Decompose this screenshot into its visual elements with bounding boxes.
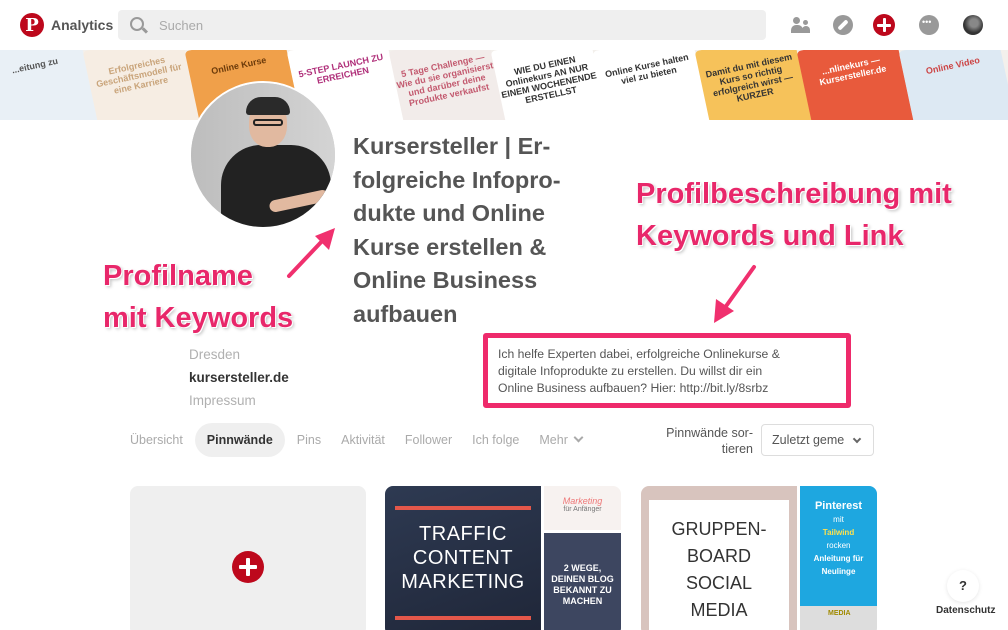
profile-name-line: Kurse erstellen & bbox=[353, 233, 547, 260]
annotation-arrow-icon bbox=[287, 228, 335, 278]
annotation-line: mit Keywords bbox=[103, 302, 294, 334]
tab-more-label: Mehr bbox=[539, 433, 568, 447]
profile-avatar bbox=[189, 81, 337, 229]
profile-description: Ich helfe Experten dabei, erfolgreiche O… bbox=[483, 333, 851, 408]
sort-label-line: Pinnwände sor- bbox=[666, 426, 753, 440]
description-line: Ich helfe Experten dabei, erfolgreiche O… bbox=[498, 347, 780, 361]
board-cover-text: TRAFFIC bbox=[419, 523, 507, 545]
annotation-line: Profilbeschreibung mit bbox=[636, 178, 952, 210]
board-cover-text: MARKETING bbox=[401, 571, 525, 593]
description-line: Online Business aufbauen? Hier: http://b… bbox=[498, 381, 769, 395]
sort-label-line: tieren bbox=[721, 442, 753, 456]
thumbnail-text: DEINEN BLOG bbox=[551, 574, 614, 584]
chat-icon[interactable] bbox=[919, 15, 939, 35]
profile-website-link[interactable]: kursersteller.de bbox=[189, 370, 289, 385]
thumbnail-text: Pinterest bbox=[814, 500, 863, 512]
pinterest-logo-icon[interactable]: P bbox=[20, 13, 44, 37]
profile-name-line: folgreiche Infopro- bbox=[353, 166, 561, 193]
thumbnail-text: rocken bbox=[826, 541, 851, 550]
tab-activity[interactable]: Aktivität bbox=[331, 423, 395, 457]
board-cover-text: SOCIAL bbox=[685, 573, 753, 593]
board-thumbnail: Marketing für Anfänger bbox=[544, 486, 621, 530]
board-cover-image: GRUPPEN- BOARD SOCIAL MEDIA bbox=[641, 486, 797, 630]
banner-pin-tile: 5 Tage Challenge — Wie du sie organisier… bbox=[388, 50, 508, 120]
board-cover-text: BOARD bbox=[686, 546, 751, 566]
search-placeholder: Suchen bbox=[159, 18, 204, 33]
user-avatar[interactable] bbox=[963, 15, 983, 35]
thumbnail-text: MEDIA bbox=[828, 610, 851, 617]
board-card[interactable]: GRUPPEN- BOARD SOCIAL MEDIA Pinterest mi… bbox=[641, 486, 877, 630]
people-icon[interactable] bbox=[791, 15, 811, 35]
thumbnail-text: BEKANNT ZU bbox=[553, 585, 612, 595]
thumbnail-text: mit bbox=[833, 515, 844, 524]
profile-location: Dresden bbox=[189, 347, 241, 362]
banner-pin-tile: ...nlinekurs — Kursersteller.de bbox=[796, 50, 916, 120]
profile-tabs: Übersicht Pinnwände Pins Aktivität Follo… bbox=[120, 423, 592, 457]
profile-name-line: aufbauen bbox=[353, 300, 458, 327]
description-line: digitale Infoprodukte zu erstellen. Du w… bbox=[498, 364, 763, 378]
chevron-down-icon bbox=[573, 432, 584, 443]
analytics-link[interactable]: Analytics bbox=[51, 17, 113, 33]
thumbnail-text: Anleitung für Neulinge bbox=[813, 554, 864, 576]
help-button[interactable]: ? bbox=[947, 570, 979, 602]
tab-followers[interactable]: Follower bbox=[395, 423, 462, 457]
board-thumbnail: 2 WEGE, DEINEN BLOG BEKANNT ZU MACHEN bbox=[544, 533, 621, 630]
chevron-down-icon bbox=[852, 434, 862, 444]
thumbnail-text: Marketing bbox=[562, 496, 603, 506]
banner-pin-tile: Damit du mit diesem Kurs so richtig erfo… bbox=[694, 50, 814, 120]
thumbnail-text: für Anfänger bbox=[563, 506, 602, 513]
profile-name-line: Online Business bbox=[353, 267, 538, 293]
banner-pin-tile: WIE DU EINEN Onlinekurs AN NUR EINEM WOC… bbox=[490, 50, 610, 120]
sort-label: Pinnwände sor- tieren bbox=[660, 425, 753, 457]
profile-imprint-link[interactable]: Impressum bbox=[189, 393, 256, 408]
pinterest-profile-page: P Analytics Suchen ...eitung zuErfolgrei… bbox=[0, 0, 1008, 630]
banner-pin-tile: Erfolgreiches Geschäftsmodell für eine K… bbox=[82, 50, 202, 120]
privacy-link[interactable]: Datenschutz bbox=[936, 605, 995, 616]
search-input[interactable]: Suchen bbox=[118, 10, 766, 40]
annotation-profile-description: Profilbeschreibung mit Keywords und Link bbox=[636, 173, 952, 257]
profile-cover-banner: ...eitung zu Erfolgreiches Geschäftsmodel… bbox=[0, 50, 1008, 120]
banner-pin-tile: Online Kurse halten viel zu bieten bbox=[592, 50, 712, 120]
tab-more[interactable]: Mehr bbox=[529, 423, 591, 457]
profile-name-line: Kursersteller | Er- bbox=[353, 133, 551, 159]
annotation-line: Profilname bbox=[103, 260, 253, 292]
board-cover-text: MEDIA bbox=[690, 600, 748, 620]
sort-boards-select[interactable]: Zuletzt geme bbox=[761, 424, 874, 456]
create-board-card[interactable] bbox=[130, 486, 366, 630]
tab-overview[interactable]: Übersicht bbox=[120, 423, 193, 457]
add-board-icon[interactable] bbox=[232, 551, 264, 583]
board-thumbnail: Pinterest mit Tailwind rocken Anleitung … bbox=[800, 486, 877, 630]
annotation-arrow-icon bbox=[714, 265, 756, 323]
board-card[interactable]: TRAFFIC CONTENT MARKETING Marketing für … bbox=[385, 486, 621, 630]
annotation-profile-name: Profilname mit Keywords bbox=[103, 255, 293, 339]
sort-selected-value: Zuletzt geme bbox=[772, 433, 845, 447]
board-cover-image: TRAFFIC CONTENT MARKETING bbox=[385, 486, 541, 630]
profile-name: Kursersteller | Er- folgreiche Infopro- … bbox=[353, 130, 613, 331]
thumbnail-text: Tailwind bbox=[822, 528, 855, 537]
top-navigation-bar: P Analytics Suchen bbox=[0, 0, 1008, 50]
tab-pins[interactable]: Pins bbox=[287, 423, 331, 457]
compass-icon[interactable] bbox=[833, 15, 853, 35]
board-cover-text: CONTENT bbox=[412, 547, 514, 569]
tab-following[interactable]: Ich folge bbox=[462, 423, 529, 457]
banner-pin-tile: Online Video bbox=[898, 50, 1008, 120]
board-cover-text: GRUPPEN- bbox=[671, 519, 767, 539]
profile-name-line: dukte und Online bbox=[353, 200, 545, 226]
tab-boards[interactable]: Pinnwände bbox=[194, 423, 285, 457]
thumbnail-text: MACHEN bbox=[562, 596, 603, 606]
annotation-line: Keywords und Link bbox=[636, 220, 904, 252]
search-icon bbox=[130, 17, 144, 31]
thumbnail-text: 2 WEGE, bbox=[563, 563, 602, 573]
add-icon[interactable] bbox=[873, 14, 895, 36]
